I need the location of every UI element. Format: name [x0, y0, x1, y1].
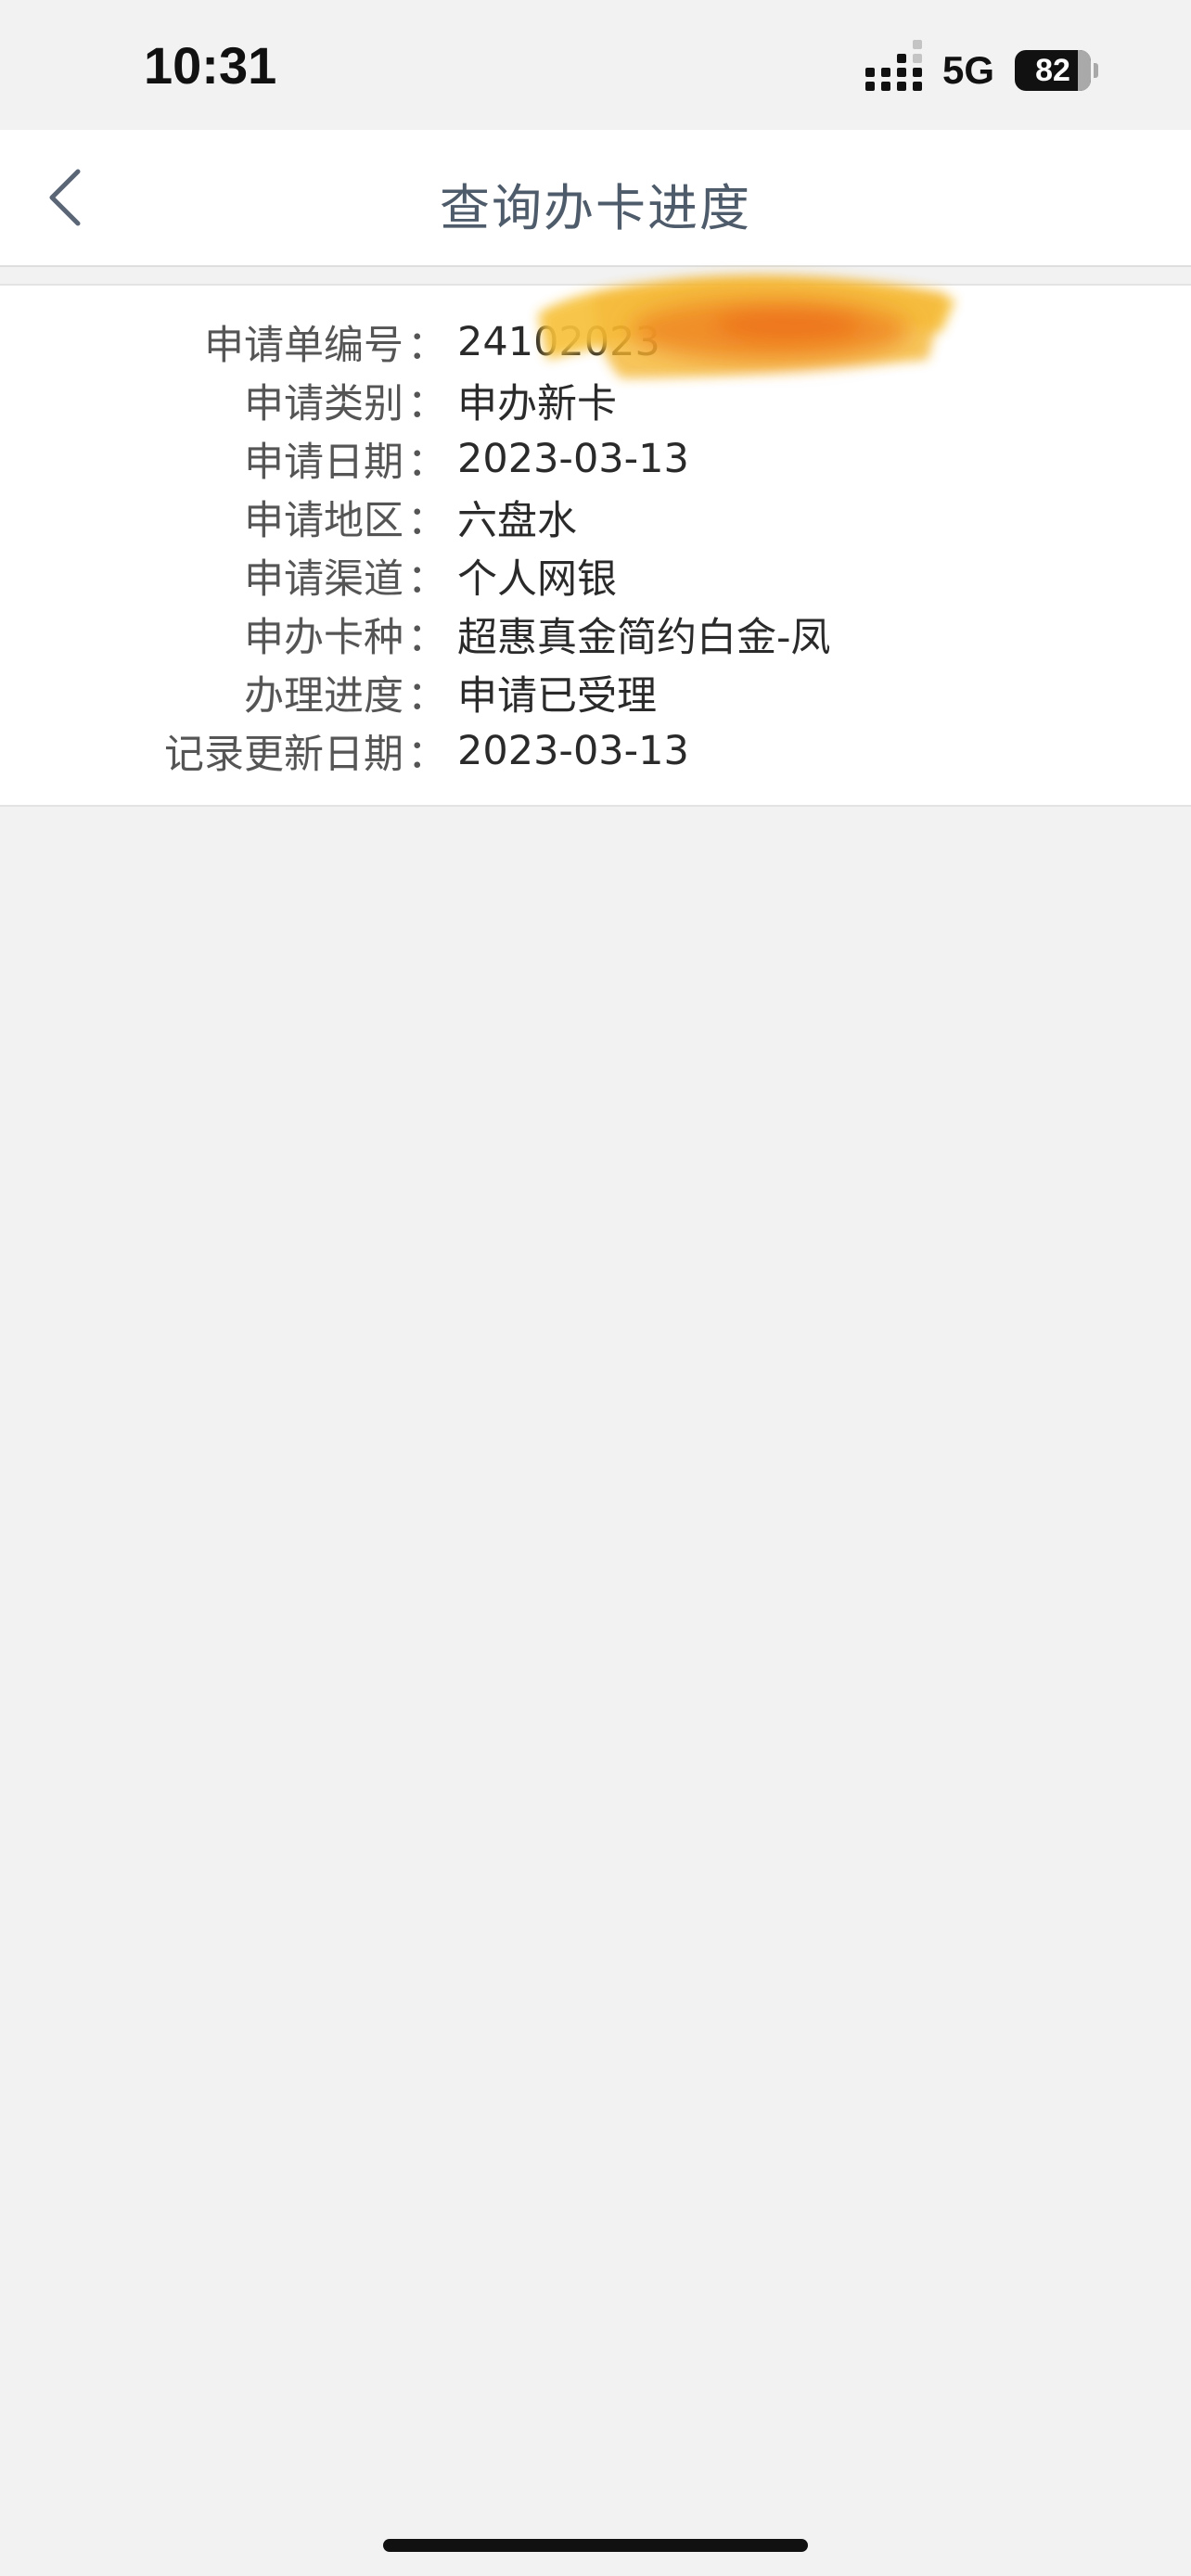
navigation-bar: 查询办卡进度 — [0, 130, 1191, 267]
detail-label: 申请渠道 — [244, 556, 403, 603]
detail-row-application-channel: 申请渠道 ： 个人网银 — [0, 547, 1191, 605]
detail-value: 申办新卡 — [457, 381, 617, 427]
detail-colon: ： — [407, 732, 447, 778]
detail-value: 2023-03-13 — [457, 436, 689, 482]
detail-row-card-type: 申办卡种 ： 超惠真金简约白金-凤 — [0, 606, 1191, 663]
status-bar: 10:31 5G 82 — [0, 0, 1191, 130]
detail-colon: ： — [407, 673, 447, 720]
detail-row-progress: 办理进度 ： 申请已受理 — [0, 664, 1191, 721]
detail-label: 记录更新日期 — [164, 732, 403, 778]
battery-level: 82 — [1035, 52, 1070, 88]
detail-label: 申请日期 — [244, 440, 403, 486]
detail-colon: ： — [407, 498, 447, 544]
detail-value: 超惠真金简约白金-凤 — [457, 615, 831, 661]
detail-colon: ： — [407, 556, 447, 603]
detail-label: 申办卡种 — [244, 615, 403, 661]
detail-colon: ： — [407, 440, 447, 486]
detail-row-application-region: 申请地区 ： 六盘水 — [0, 489, 1191, 546]
signal-icon — [864, 40, 922, 91]
detail-value: 个人网银 — [457, 556, 617, 603]
detail-label: 申请类别 — [244, 381, 403, 427]
detail-value: 2023-03-13 — [457, 728, 689, 774]
detail-colon: ： — [407, 323, 447, 369]
detail-label: 申请单编号 — [204, 323, 403, 369]
detail-row-record-update-date: 记录更新日期 ： 2023-03-13 — [0, 722, 1191, 780]
detail-row-application-number: 申请单编号 ： 24102023 — [0, 313, 1191, 371]
detail-row-application-type: 申请类别 ： 申办新卡 — [0, 372, 1191, 429]
detail-row-application-date: 申请日期 ： 2023-03-13 — [0, 430, 1191, 488]
status-indicators: 5G 82 — [864, 40, 1098, 96]
status-time: 10:31 — [144, 36, 277, 95]
application-details-card: 申请单编号 ： 24102023 申请类别 ： 申办新卡 申请日期 ： 2023… — [0, 284, 1191, 807]
detail-value: 申请已受理 — [457, 673, 657, 720]
detail-label: 办理进度 — [244, 673, 403, 720]
network-type: 5G — [941, 48, 994, 92]
page-title: 查询办卡进度 — [440, 179, 751, 237]
detail-colon: ： — [407, 381, 447, 427]
home-indicator[interactable] — [383, 2539, 808, 2552]
detail-value: 24102023 — [457, 319, 660, 365]
detail-label: 申请地区 — [244, 498, 403, 544]
detail-value: 六盘水 — [457, 498, 577, 544]
battery-icon: 82 — [1015, 50, 1098, 91]
detail-colon: ： — [407, 615, 447, 661]
